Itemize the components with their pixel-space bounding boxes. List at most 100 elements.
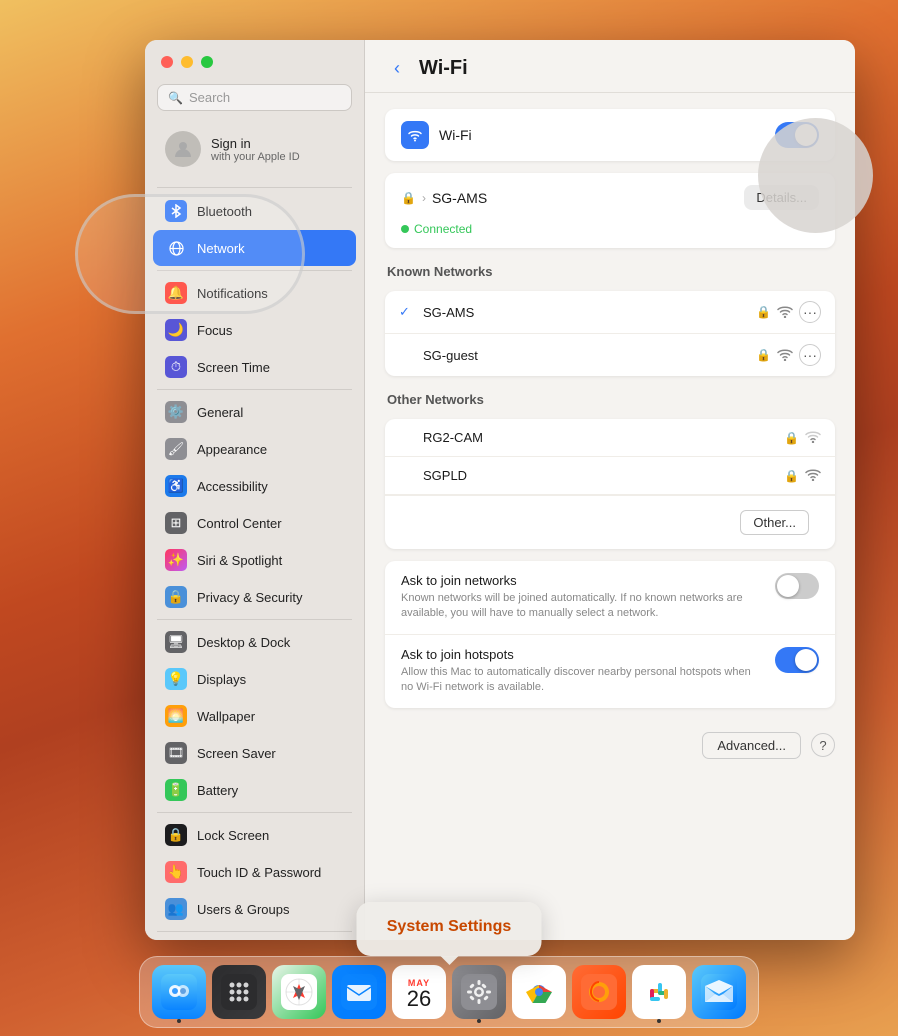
- main-content: ‹ Wi-Fi Wi-Fi: [365, 40, 855, 940]
- notifications-icon: 🔔: [165, 282, 187, 304]
- apple-id-name: Sign in: [211, 136, 300, 151]
- wifi-icon: [401, 121, 429, 149]
- chevron-icon: ›: [422, 191, 426, 205]
- sidebar-divider-2: [157, 270, 352, 271]
- wifi-label: Wi-Fi: [439, 127, 472, 143]
- sidebar-item-displays[interactable]: 💡 Displays: [153, 661, 356, 697]
- known-networks-list: ✓ SG-AMS 🔒 ···: [385, 291, 835, 376]
- apple-id-item[interactable]: Sign in with your Apple ID: [153, 123, 356, 175]
- sidebar-item-battery[interactable]: 🔋 Battery: [153, 772, 356, 808]
- sidebar-item-label: Focus: [197, 323, 232, 338]
- sidebar-item-bluetooth[interactable]: Bluetooth: [153, 193, 356, 229]
- wifi-signal-icon: [777, 347, 793, 364]
- sidebar-item-wallpaper[interactable]: 🌅 Wallpaper: [153, 698, 356, 734]
- network-row-left: ✓ RG2-CAM: [399, 430, 483, 446]
- network-row-left: ✓ SGPLD: [399, 468, 467, 484]
- details-button[interactable]: Details...: [744, 185, 819, 210]
- dock-airmail[interactable]: [692, 965, 746, 1019]
- network-name: SGPLD: [423, 468, 467, 483]
- sidebar-item-network[interactable]: Network: [153, 230, 356, 266]
- content-header: ‹ Wi-Fi: [365, 40, 855, 93]
- dock-calendar[interactable]: MAY 26: [392, 965, 446, 1019]
- search-box[interactable]: 🔍 Search: [157, 84, 352, 111]
- sidebar-item-accessibility[interactable]: ♿ Accessibility: [153, 468, 356, 504]
- sidebar-item-lockscreen[interactable]: 🔒 Lock Screen: [153, 817, 356, 853]
- sidebar-item-privacy[interactable]: 🔒 Privacy & Security: [153, 579, 356, 615]
- sidebar-scroll: Bluetooth Network 🔔 Notifications: [145, 192, 364, 940]
- more-button[interactable]: ···: [799, 301, 821, 323]
- sidebar-item-desktop[interactable]: 🖥 Desktop & Dock: [153, 624, 356, 660]
- dock-finder[interactable]: [152, 965, 206, 1019]
- current-network-name: SG-AMS: [432, 190, 487, 206]
- other-network-row[interactable]: ✓ SGPLD 🔒: [385, 457, 835, 495]
- apple-id-subtitle: with your Apple ID: [211, 151, 300, 163]
- close-button[interactable]: [161, 56, 173, 68]
- wifi-toggle-row: Wi-Fi: [385, 109, 835, 161]
- lock-icon: 🔒: [756, 305, 771, 319]
- sidebar-item-notifications[interactable]: 🔔 Notifications: [153, 275, 356, 311]
- wifi-toggle[interactable]: [775, 122, 819, 148]
- sidebar-item-users[interactable]: 👥 Users & Groups: [153, 891, 356, 927]
- more-button[interactable]: ···: [799, 344, 821, 366]
- dock-system-settings[interactable]: [452, 965, 506, 1019]
- network-row-left: ✓ SG-guest: [399, 347, 478, 363]
- focus-icon: 🌙: [165, 319, 187, 341]
- ask-join-toggle[interactable]: [775, 573, 819, 599]
- sidebar-item-label: Siri & Spotlight: [197, 553, 282, 568]
- network-name-row: 🔒 › SG-AMS: [401, 190, 487, 206]
- lock-icon: 🔒: [784, 469, 799, 483]
- displays-icon: 💡: [165, 668, 187, 690]
- lock-icon: 🔒: [756, 348, 771, 362]
- sidebar-item-label: Screen Saver: [197, 746, 276, 761]
- network-row-icons: 🔒: [784, 429, 821, 446]
- sidebar-item-controlcenter[interactable]: ⊞ Control Center: [153, 505, 356, 541]
- sidebar-divider-6: [157, 931, 352, 932]
- sidebar-item-appearance[interactable]: 🖌 Appearance: [153, 431, 356, 467]
- sidebar-item-passwords[interactable]: 🔑 Passwords: [153, 936, 356, 940]
- sidebar-item-siri[interactable]: ✨ Siri & Spotlight: [153, 542, 356, 578]
- network-name: SG-guest: [423, 348, 478, 363]
- sidebar-item-screentime[interactable]: ⏱ Screen Time: [153, 349, 356, 385]
- sidebar-item-label: Control Center: [197, 516, 282, 531]
- wifi-signal-icon: [805, 467, 821, 484]
- network-name: SG-AMS: [423, 305, 474, 320]
- dock: MAY 26: [139, 956, 759, 1028]
- help-button[interactable]: ?: [811, 733, 835, 757]
- dock-slack[interactable]: [632, 965, 686, 1019]
- ask-hotspot-title: Ask to join hotspots: [401, 647, 759, 662]
- maximize-button[interactable]: [201, 56, 213, 68]
- minimize-button[interactable]: [181, 56, 193, 68]
- other-network-button[interactable]: Other...: [740, 510, 809, 535]
- sidebar-divider-3: [157, 389, 352, 390]
- sidebar-item-focus[interactable]: 🌙 Focus: [153, 312, 356, 348]
- known-network-row[interactable]: ✓ SG-AMS 🔒 ···: [385, 291, 835, 334]
- sidebar-item-touchid[interactable]: 👆 Touch ID & Password: [153, 854, 356, 890]
- dock-dot: [657, 1019, 661, 1023]
- sidebar-item-label: Users & Groups: [197, 902, 289, 917]
- search-icon: 🔍: [168, 91, 183, 105]
- back-button[interactable]: ‹: [385, 56, 409, 80]
- appearance-icon: 🖌: [165, 438, 187, 460]
- network-row-icons: 🔒: [784, 467, 821, 484]
- controlcenter-icon: ⊞: [165, 512, 187, 534]
- dock-chrome[interactable]: [512, 965, 566, 1019]
- dock-mail[interactable]: [332, 965, 386, 1019]
- checkmark-spacer: ✓: [399, 347, 415, 363]
- sidebar-divider-4: [157, 619, 352, 620]
- ask-hotspot-text: Ask to join hotspots Allow this Mac to a…: [401, 647, 759, 696]
- dock-launchpad[interactable]: [212, 965, 266, 1019]
- known-network-row[interactable]: ✓ SG-guest 🔒 ···: [385, 334, 835, 376]
- other-network-row[interactable]: ✓ RG2-CAM 🔒: [385, 419, 835, 457]
- search-input[interactable]: Search: [189, 90, 230, 105]
- advanced-button[interactable]: Advanced...: [702, 732, 801, 759]
- search-container: 🔍 Search: [145, 76, 364, 123]
- dock-safari[interactable]: [272, 965, 326, 1019]
- calendar-day: 26: [407, 988, 431, 1010]
- dock-firefox[interactable]: [572, 965, 626, 1019]
- sidebar-item-screensaver[interactable]: 🎞 Screen Saver: [153, 735, 356, 771]
- dock-dot: [477, 1019, 481, 1023]
- connected-dot: [401, 225, 409, 233]
- ask-hotspot-toggle[interactable]: [775, 647, 819, 673]
- ask-join-networks-item: Ask to join networks Known networks will…: [385, 561, 835, 635]
- sidebar-item-general[interactable]: ⚙️ General: [153, 394, 356, 430]
